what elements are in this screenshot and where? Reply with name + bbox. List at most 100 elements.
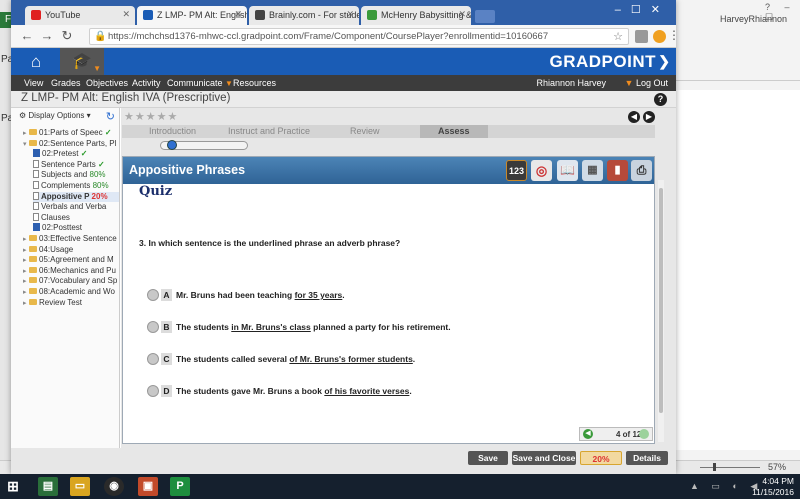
url-input[interactable]: 🔒 https://mchchsd1376-mhwc-ccl.gradpoint…	[89, 28, 629, 45]
extension-icon[interactable]	[635, 30, 648, 43]
calculator-icon[interactable]: 123	[506, 160, 527, 181]
course-title-bar: Z LMP- PM Alt: English IVA (Prescriptive…	[11, 91, 676, 108]
word-zoom-slider[interactable]	[700, 467, 760, 468]
extension-orange-icon[interactable]	[653, 30, 666, 43]
answer-text[interactable]: Mr. Bruns had been teaching for 35 years…	[176, 290, 345, 300]
close-icon[interactable]: ✕	[122, 9, 130, 20]
taskbar: ⊞ ▤ ▭ ◉ ▣ P ▲ ▭ ◐ ◀ 4:04 PM 11/15/2016	[0, 474, 800, 499]
taskbar-app-icon[interactable]: ▤	[38, 477, 58, 496]
windows-start-icon[interactable]: ⊞	[3, 477, 23, 496]
target-icon[interactable]: ◎	[531, 160, 552, 181]
nav-activity[interactable]: Activity	[132, 78, 161, 88]
tree-item-label: 06:Mechanics and Pu	[39, 265, 116, 275]
close-icon[interactable]: ✕	[234, 9, 242, 20]
close-icon[interactable]: ✕	[346, 9, 354, 20]
answer-underlined-phrase: for 35 years	[294, 290, 343, 300]
question-number: 3.	[139, 238, 147, 248]
tree-item[interactable]: ▸ Review Test	[23, 298, 119, 308]
next-question-icon[interactable]	[639, 429, 649, 439]
tab-gradpoint[interactable]: Z LMP- PM Alt: English I ✕	[137, 6, 247, 25]
printer-icon[interactable]: ⎙	[631, 160, 652, 181]
next-lesson-icon[interactable]: ▶	[643, 111, 655, 123]
tree-item[interactable]: Clauses	[33, 212, 119, 223]
nav-view[interactable]: View	[24, 78, 43, 88]
tree-item[interactable]: Subjects and 80%	[33, 170, 119, 180]
radio-button[interactable]	[147, 289, 159, 301]
nav-objectives[interactable]: Objectives	[86, 78, 128, 88]
reload-icon[interactable]: ↻	[59, 28, 75, 44]
tree-item[interactable]: Verbals and Verba	[33, 202, 119, 212]
publisher-icon[interactable]: P	[170, 477, 190, 496]
quiz-icon	[33, 223, 40, 232]
previous-lesson-icon[interactable]: ◀	[628, 111, 640, 123]
lesson-progress-marker[interactable]	[166, 140, 177, 150]
word-zoom-handle[interactable]	[713, 463, 716, 471]
back-icon[interactable]: ←	[19, 28, 35, 44]
file-explorer-icon[interactable]: ▭	[70, 477, 90, 496]
save-and-close-button[interactable]: Save and Close	[512, 451, 576, 465]
radio-button[interactable]	[147, 353, 159, 365]
display-options-menu[interactable]: ⚙ Display Options ▾	[19, 111, 91, 120]
tree-item[interactable]: ▸ 03:Effective Sentence	[23, 234, 119, 244]
tree-item[interactable]: ▸ 08:Academic and Wo	[23, 287, 119, 297]
help-icon[interactable]: ?	[654, 93, 667, 106]
lesson-scrollbar-thumb[interactable]	[659, 188, 663, 413]
save-button[interactable]: Save	[468, 451, 508, 465]
tree-item[interactable]: 02:Pretest ✓	[33, 149, 119, 159]
home-icon[interactable]: ⌂	[25, 52, 47, 71]
office-icon[interactable]: ▣	[138, 477, 158, 496]
tab-youtube[interactable]: YouTube ✕	[25, 6, 135, 25]
nav-grades[interactable]: Grades	[51, 78, 81, 88]
tree-item[interactable]: ▸ 07:Vocabulary and Sp	[23, 276, 119, 286]
tree-item[interactable]: Complements 80%	[33, 181, 119, 191]
bookmark-star-icon[interactable]: ☆	[613, 30, 623, 43]
tab-instruct-and-practice[interactable]: Instruct and Practice	[228, 126, 310, 136]
radio-button[interactable]	[147, 321, 159, 333]
tab-introduction[interactable]: Introduction	[149, 126, 196, 136]
forward-icon[interactable]: →	[39, 28, 55, 44]
new-tab-button[interactable]	[475, 10, 495, 23]
details-button[interactable]: Details	[626, 451, 668, 465]
graduation-cap-icon[interactable]: 🎓 ▼	[60, 48, 104, 75]
tab-review[interactable]: Review	[350, 126, 380, 136]
window-controls[interactable]: –☐✕	[615, 3, 670, 16]
nav-resources[interactable]: Resources	[233, 78, 276, 88]
tree-item[interactable]: ▾ 02:Sentence Parts, Pl	[23, 139, 119, 149]
menu-icon[interactable]: ⋮	[668, 28, 680, 42]
mchenry-icon	[367, 10, 377, 20]
tab-brainly[interactable]: Brainly.com - For studen ✕	[249, 6, 359, 25]
close-icon[interactable]: ✕	[458, 9, 466, 20]
tree-item-label: Subjects and	[41, 170, 88, 180]
nav-communicate[interactable]: Communicate ▼	[167, 78, 233, 88]
chrome-icon[interactable]: ◉	[104, 477, 124, 496]
tree-item-label: 02:Sentence Parts, Pl	[39, 138, 117, 148]
answer-text[interactable]: The students gave Mr. Bruns a book of hi…	[176, 386, 412, 396]
tree-item-status: ✓	[97, 159, 105, 169]
tree-item[interactable]: Sentence Parts ✓	[33, 159, 119, 170]
tree-item[interactable]: Appositive P 20%	[33, 191, 119, 202]
tree-item[interactable]: ▸ 06:Mechanics and Pu	[23, 266, 119, 276]
tree-item-label: 07:Vocabulary and Sp	[39, 276, 118, 286]
tab-mchenry[interactable]: McHenry Babysitting & ✕	[361, 6, 471, 25]
document-icon	[33, 159, 39, 168]
taskbar-clock[interactable]: 4:04 PM 11/15/2016	[752, 476, 794, 498]
word-user-name[interactable]: HarveyRhiannon	[720, 14, 787, 24]
user-name[interactable]: Rhiannon Harvey	[536, 78, 606, 88]
tree-item[interactable]: ▸ 05:Agreement and M	[23, 255, 119, 265]
rating-stars[interactable]: ★★★★★	[124, 110, 178, 123]
answer-text[interactable]: The students called several of Mr. Bruns…	[176, 354, 415, 364]
tree-item[interactable]: 02:Posttest	[33, 223, 119, 233]
radio-button[interactable]	[147, 385, 159, 397]
tree-item[interactable]: ▸ 04:Usage	[23, 245, 119, 255]
book-icon[interactable]: 📖	[557, 160, 578, 181]
tree-item-label: Complements	[41, 181, 91, 190]
tab-assess[interactable]: Assess	[420, 125, 488, 138]
logout-link[interactable]: ▼ Log Out	[625, 78, 668, 88]
refresh-icon[interactable]: ↻	[106, 110, 115, 123]
word-page[interactable]	[676, 90, 800, 450]
answer-text[interactable]: The students in Mr. Bruns's class planne…	[176, 322, 451, 332]
previous-question-icon[interactable]: ◀	[583, 429, 593, 439]
dictionary-icon[interactable]: ▮	[607, 160, 628, 181]
map-icon[interactable]: ▦	[582, 160, 603, 181]
tree-item[interactable]: ▸ 01:Parts of Speec ✓	[23, 128, 119, 138]
